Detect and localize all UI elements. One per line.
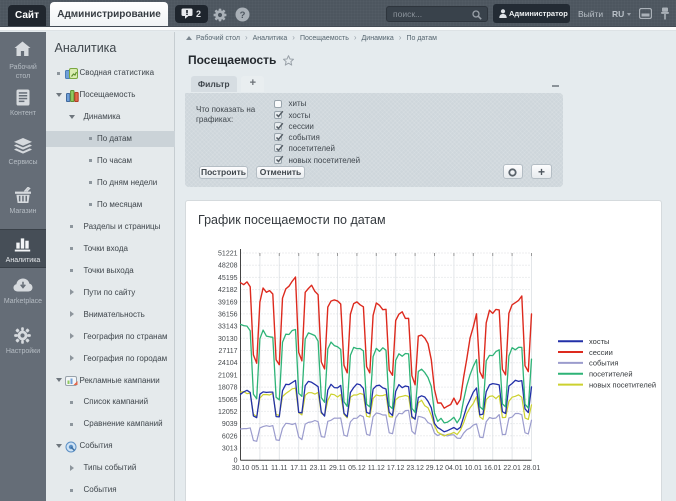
svg-text:05.11: 05.11 xyxy=(251,465,268,472)
svg-text:39169: 39169 xyxy=(218,299,238,306)
svg-text:3013: 3013 xyxy=(222,446,238,453)
svg-text:23.11: 23.11 xyxy=(310,465,327,472)
svg-text:17.12: 17.12 xyxy=(387,465,405,472)
svg-text:18078: 18078 xyxy=(218,385,238,392)
svg-text:11.11: 11.11 xyxy=(271,465,288,472)
svg-text:6026: 6026 xyxy=(222,433,238,440)
svg-text:сессии: сессии xyxy=(589,348,613,357)
svg-text:17.11: 17.11 xyxy=(290,465,307,472)
svg-text:новых посетителей: новых посетителей xyxy=(589,380,656,389)
svg-text:33143: 33143 xyxy=(218,324,238,331)
svg-text:10.01: 10.01 xyxy=(465,465,483,472)
svg-text:05.12: 05.12 xyxy=(348,465,366,472)
svg-text:0: 0 xyxy=(234,458,238,465)
svg-text:хосты: хосты xyxy=(589,337,609,346)
svg-text:04.01: 04.01 xyxy=(445,465,463,472)
svg-text:16.01: 16.01 xyxy=(484,465,502,472)
svg-text:24104: 24104 xyxy=(218,360,238,367)
svg-text:23.12: 23.12 xyxy=(406,465,424,472)
svg-text:15065: 15065 xyxy=(218,397,238,404)
svg-text:9039: 9039 xyxy=(222,421,238,428)
svg-text:?: ? xyxy=(240,10,246,21)
svg-text:29.12: 29.12 xyxy=(426,465,444,472)
svg-text:51221: 51221 xyxy=(218,251,238,258)
svg-text:29.11: 29.11 xyxy=(329,465,346,472)
svg-text:посетителей: посетителей xyxy=(589,370,633,379)
svg-text:21091: 21091 xyxy=(218,372,238,379)
svg-text:22.01: 22.01 xyxy=(503,465,521,472)
svg-text:36156: 36156 xyxy=(218,311,238,318)
svg-text:события: события xyxy=(589,359,618,368)
svg-text:12052: 12052 xyxy=(218,409,238,416)
svg-text:28.01: 28.01 xyxy=(523,465,541,472)
svg-text:11.12: 11.12 xyxy=(368,465,385,472)
svg-text:30.10: 30.10 xyxy=(232,465,250,472)
svg-text:45195: 45195 xyxy=(218,275,238,282)
svg-text:27117: 27117 xyxy=(219,348,238,355)
svg-text:30130: 30130 xyxy=(218,336,238,343)
svg-text:42182: 42182 xyxy=(218,287,238,294)
svg-text:48208: 48208 xyxy=(218,263,238,270)
